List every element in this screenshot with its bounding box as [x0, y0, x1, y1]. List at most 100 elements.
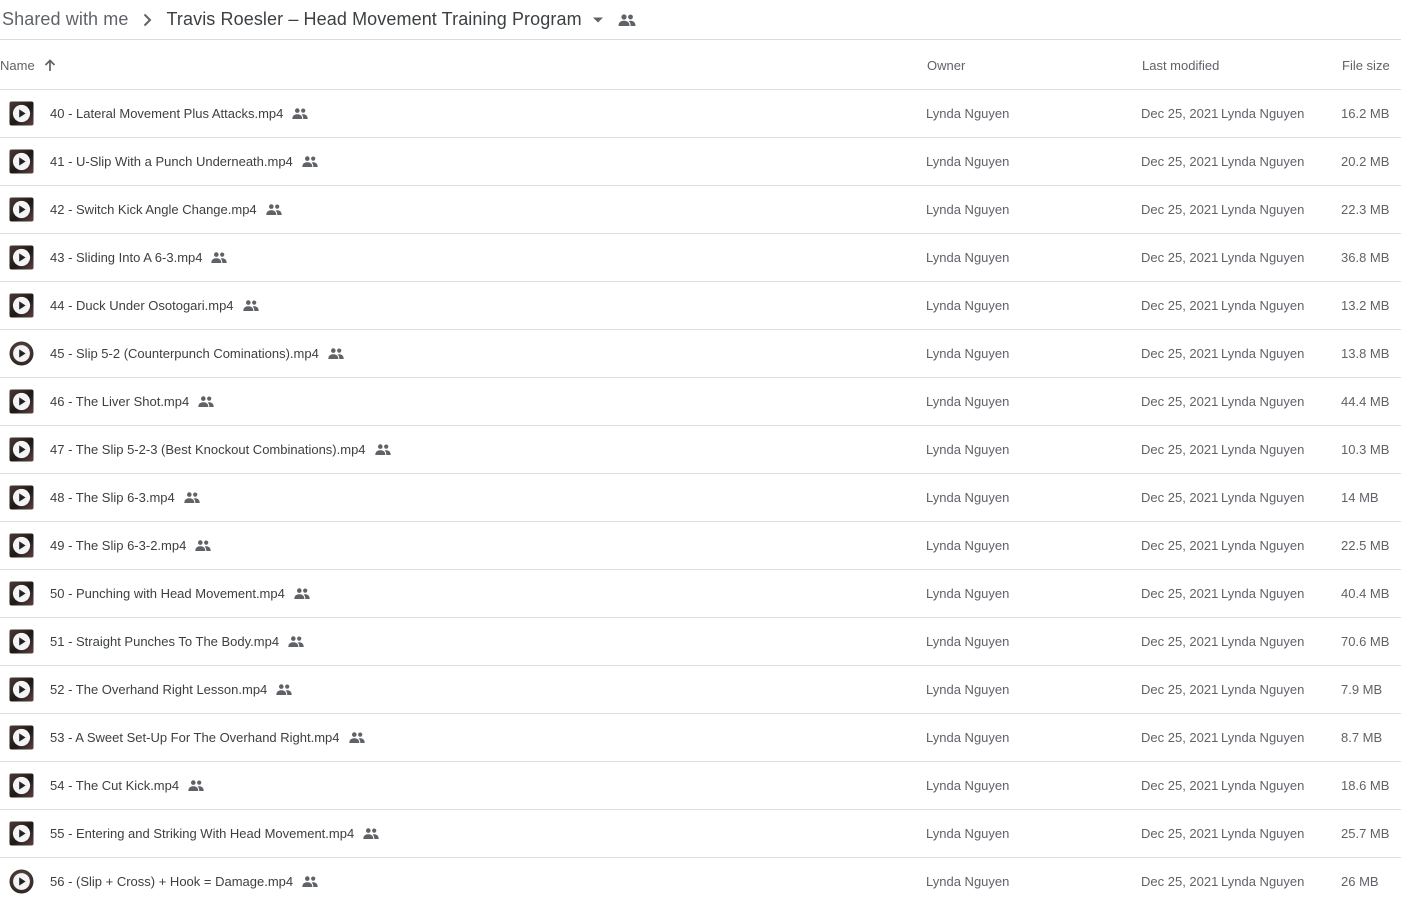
file-name-label: 40 - Lateral Movement Plus Attacks.mp4 — [50, 106, 284, 121]
last-modified-by: Lynda Nguyen — [1221, 778, 1305, 793]
file-size-cell: 26 MB — [1341, 874, 1379, 889]
last-modified-date: Dec 25, 2021 — [1141, 346, 1219, 361]
table-row[interactable]: 46 - The Liver Shot.mp4 Lynda Nguyen Dec 2… — [0, 378, 1401, 426]
table-row[interactable]: 44 - Duck Under Osotogari.mp4 Lynda Nguye… — [0, 282, 1401, 330]
last-modified-by: Lynda Nguyen — [1221, 346, 1305, 361]
table-row[interactable]: 52 - The Overhand Right Lesson.mp4 Lynda … — [0, 666, 1401, 714]
table-row[interactable]: 55 - Entering and Striking With Head Mov… — [0, 810, 1401, 858]
table-row[interactable]: 40 - Lateral Movement Plus Attacks.mp4 Ly… — [0, 90, 1401, 138]
file-list: 40 - Lateral Movement Plus Attacks.mp4 Ly… — [0, 90, 1401, 906]
file-name-cell[interactable]: 48 - The Slip 6-3.mp4 — [50, 474, 200, 521]
file-name-cell[interactable]: 51 - Straight Punches To The Body.mp4 — [50, 618, 304, 665]
file-name-cell[interactable]: 55 - Entering and Striking With Head Mov… — [50, 810, 379, 857]
file-name-cell[interactable]: 42 - Switch Kick Angle Change.mp4 — [50, 186, 282, 233]
video-file-icon — [9, 245, 34, 270]
owner-cell: Lynda Nguyen — [926, 154, 1010, 169]
last-modified-by: Lynda Nguyen — [1221, 442, 1305, 457]
table-row[interactable]: 56 - (Slip + Cross) + Hook = Damage.mp4 L… — [0, 858, 1401, 906]
owner-cell: Lynda Nguyen — [926, 538, 1010, 553]
file-size-cell: 10.3 MB — [1341, 442, 1390, 457]
people-icon — [184, 492, 200, 503]
video-file-icon — [9, 869, 34, 894]
column-header-last-modified[interactable]: Last modified — [1142, 40, 1219, 90]
last-modified-by: Lynda Nguyen — [1221, 874, 1305, 889]
file-name-label: 44 - Duck Under Osotogari.mp4 — [50, 298, 234, 313]
file-name-cell[interactable]: 41 - U-Slip With a Punch Underneath.mp4 — [50, 138, 318, 185]
column-header-name[interactable]: Name — [0, 40, 56, 90]
owner-cell: Lynda Nguyen — [926, 250, 1010, 265]
file-name-cell[interactable]: 54 - The Cut Kick.mp4 — [50, 762, 204, 809]
last-modified-date: Dec 25, 2021 — [1141, 442, 1219, 457]
last-modified-by: Lynda Nguyen — [1221, 202, 1305, 217]
file-name-cell[interactable]: 52 - The Overhand Right Lesson.mp4 — [50, 666, 292, 713]
file-name-cell[interactable]: 40 - Lateral Movement Plus Attacks.mp4 — [50, 90, 309, 137]
file-name-label: 46 - The Liver Shot.mp4 — [50, 394, 190, 409]
file-name-label: 55 - Entering and Striking With Head Mov… — [50, 826, 355, 841]
last-modified-date: Dec 25, 2021 — [1141, 154, 1219, 169]
people-icon — [302, 156, 318, 167]
file-size-cell: 25.7 MB — [1341, 826, 1390, 841]
owner-cell: Lynda Nguyen — [926, 634, 1010, 649]
file-size-cell: 36.8 MB — [1341, 250, 1390, 265]
breadcrumb-current-folder[interactable]: Travis Roesler – Head Movement Training … — [166, 9, 581, 30]
file-name-cell[interactable]: 49 - The Slip 6-3-2.mp4 — [50, 522, 212, 569]
column-header-file-size[interactable]: File size — [1342, 40, 1390, 90]
file-name-cell[interactable]: 47 - The Slip 5-2-3 (Best Knockout Combi… — [50, 426, 391, 473]
chevron-right-icon — [143, 13, 152, 27]
table-row[interactable]: 43 - Sliding Into A 6-3.mp4 Lynda Nguyen D… — [0, 234, 1401, 282]
table-row[interactable]: 50 - Punching with Head Movement.mp4 Lynd… — [0, 570, 1401, 618]
people-icon — [302, 876, 318, 887]
file-name-cell[interactable]: 53 - A Sweet Set-Up For The Overhand Rig… — [50, 714, 365, 761]
arrow-drop-down-icon[interactable] — [592, 16, 604, 24]
file-name-cell[interactable]: 56 - (Slip + Cross) + Hook = Damage.mp4 — [50, 858, 318, 905]
people-icon — [188, 780, 204, 791]
owner-cell: Lynda Nguyen — [926, 730, 1010, 745]
table-row[interactable]: 47 - The Slip 5-2-3 (Best Knockout Combi… — [0, 426, 1401, 474]
file-name-cell[interactable]: 45 - Slip 5-2 (Counterpunch Cominations)… — [50, 330, 344, 377]
last-modified-date: Dec 25, 2021 — [1141, 586, 1219, 601]
column-header-owner[interactable]: Owner — [927, 40, 965, 90]
file-name-cell[interactable]: 50 - Punching with Head Movement.mp4 — [50, 570, 310, 617]
last-modified-date: Dec 25, 2021 — [1141, 106, 1219, 121]
last-modified-by: Lynda Nguyen — [1221, 490, 1305, 505]
owner-cell: Lynda Nguyen — [926, 202, 1010, 217]
table-row[interactable]: 49 - The Slip 6-3-2.mp4 Lynda Nguyen Dec 2… — [0, 522, 1401, 570]
people-icon — [288, 636, 304, 647]
arrow-upward-icon[interactable] — [44, 58, 56, 72]
file-list-header: Name Owner Last modified File size — [0, 40, 1401, 90]
table-row[interactable]: 53 - A Sweet Set-Up For The Overhand Rig… — [0, 714, 1401, 762]
table-row[interactable]: 54 - The Cut Kick.mp4 Lynda Nguyen Dec 25,… — [0, 762, 1401, 810]
file-name-label: 51 - Straight Punches To The Body.mp4 — [50, 634, 280, 649]
last-modified-date: Dec 25, 2021 — [1141, 394, 1219, 409]
owner-cell: Lynda Nguyen — [926, 106, 1010, 121]
table-row[interactable]: 48 - The Slip 6-3.mp4 Lynda Nguyen Dec 25,… — [0, 474, 1401, 522]
file-size-cell: 22.5 MB — [1341, 538, 1390, 553]
video-file-icon — [9, 293, 34, 318]
last-modified-by: Lynda Nguyen — [1221, 730, 1305, 745]
file-name-label: 49 - The Slip 6-3-2.mp4 — [50, 538, 187, 553]
owner-cell: Lynda Nguyen — [926, 346, 1010, 361]
file-name-cell[interactable]: 44 - Duck Under Osotogari.mp4 — [50, 282, 259, 329]
table-row[interactable]: 42 - Switch Kick Angle Change.mp4 Lynda N… — [0, 186, 1401, 234]
file-size-cell: 13.2 MB — [1341, 298, 1390, 313]
file-name-cell[interactable]: 46 - The Liver Shot.mp4 — [50, 378, 214, 425]
table-row[interactable]: 51 - Straight Punches To The Body.mp4 Lyn… — [0, 618, 1401, 666]
file-name-label: 56 - (Slip + Cross) + Hook = Damage.mp4 — [50, 874, 294, 889]
last-modified-by: Lynda Nguyen — [1221, 682, 1305, 697]
table-row[interactable]: 45 - Slip 5-2 (Counterpunch Cominations)… — [0, 330, 1401, 378]
last-modified-by: Lynda Nguyen — [1221, 106, 1305, 121]
last-modified-date: Dec 25, 2021 — [1141, 874, 1219, 889]
owner-cell: Lynda Nguyen — [926, 874, 1010, 889]
people-icon — [374, 444, 391, 455]
last-modified-by: Lynda Nguyen — [1221, 154, 1305, 169]
file-name-label: 42 - Switch Kick Angle Change.mp4 — [50, 202, 257, 217]
last-modified-by: Lynda Nguyen — [1221, 250, 1305, 265]
file-name-cell[interactable]: 43 - Sliding Into A 6-3.mp4 — [50, 234, 228, 281]
owner-cell: Lynda Nguyen — [926, 586, 1010, 601]
video-file-icon — [9, 581, 34, 606]
table-row[interactable]: 41 - U-Slip With a Punch Underneath.mp4 L… — [0, 138, 1401, 186]
video-file-icon — [9, 773, 34, 798]
last-modified-date: Dec 25, 2021 — [1141, 682, 1219, 697]
owner-cell: Lynda Nguyen — [926, 778, 1010, 793]
breadcrumb-shared-with-me[interactable]: Shared with me — [2, 9, 128, 30]
